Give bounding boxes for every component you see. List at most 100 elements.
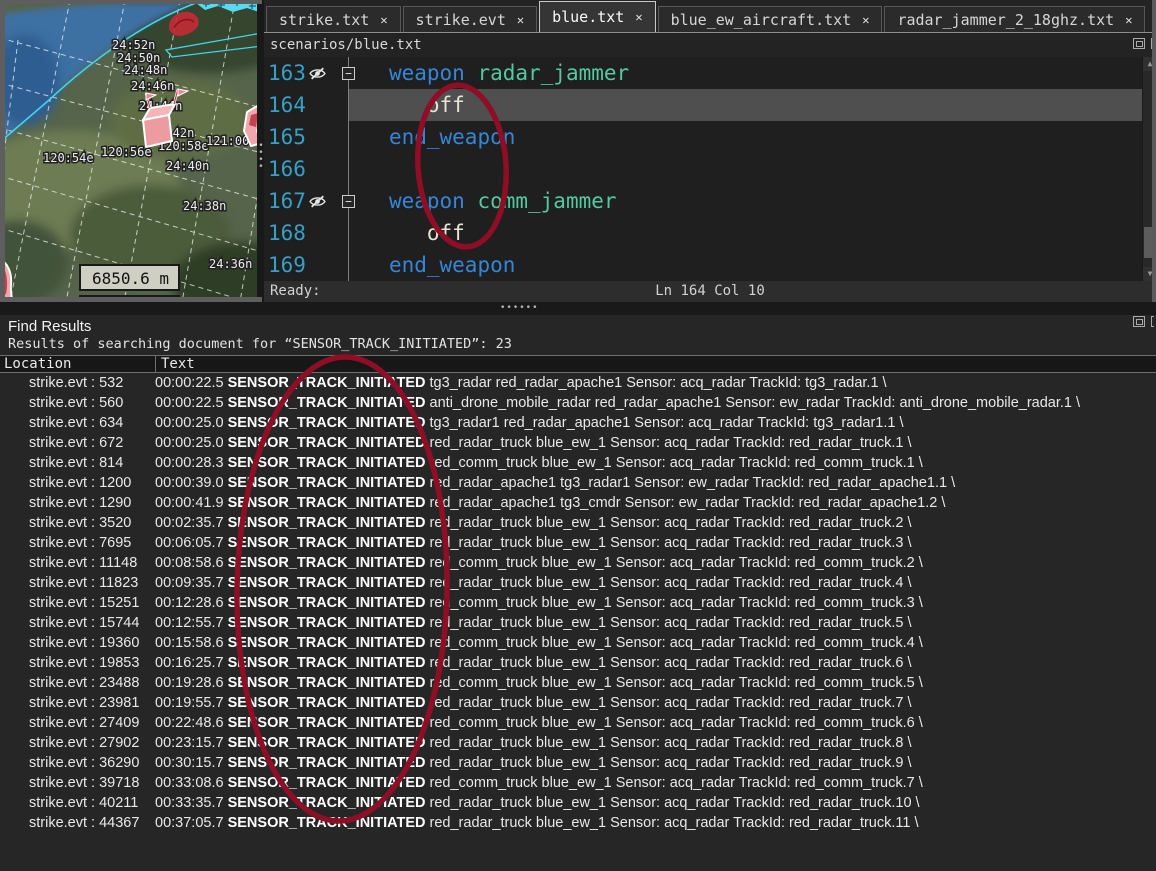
- float-window-icon[interactable]: [1133, 38, 1145, 49]
- result-row[interactable]: strike.evt : 2348800:19:28.6 SENSOR_TRAC…: [0, 673, 1156, 693]
- code-line-168[interactable]: 168 off: [264, 217, 1142, 249]
- code-line-163[interactable]: 163− weapon radar_jammer: [264, 57, 1142, 89]
- result-row[interactable]: strike.evt : 1574400:12:55.7 SENSOR_TRAC…: [0, 613, 1156, 633]
- tab-radar_jammer_2_18ghz.txt[interactable]: radar_jammer_2_18ghz.txt ✕: [884, 6, 1145, 32]
- line-number: 164: [268, 89, 306, 121]
- result-text: 00:12:55.7 SENSOR_TRACK_INITIATED red_ra…: [155, 613, 1156, 633]
- eye-off-icon[interactable]: [309, 195, 326, 208]
- result-text: 00:02:35.7 SENSOR_TRACK_INITIATED red_ra…: [155, 513, 1156, 533]
- tab-strike.txt[interactable]: strike.txt ✕: [266, 6, 401, 32]
- result-text: 00:30:15.7 SENSOR_TRACK_INITIATED red_ra…: [155, 753, 1156, 773]
- result-text: 00:23:15.7 SENSOR_TRACK_INITIATED red_ra…: [155, 733, 1156, 753]
- result-row[interactable]: strike.evt : 4436700:37:05.7 SENSOR_TRAC…: [0, 813, 1156, 833]
- result-location: strike.evt : 23488: [0, 673, 155, 693]
- fold-collapse-icon[interactable]: −: [342, 195, 355, 208]
- tab-label: strike.txt: [279, 11, 369, 29]
- gutter: 164: [264, 89, 349, 121]
- result-location: strike.evt : 39718: [0, 773, 155, 793]
- tab-close-icon[interactable]: ✕: [517, 13, 524, 27]
- horizontal-splitter[interactable]: ••••••: [0, 302, 1156, 315]
- code-line-165[interactable]: 165 end_weapon: [264, 121, 1142, 153]
- result-location: strike.evt : 3520: [0, 513, 155, 533]
- float-window-icon[interactable]: [1133, 316, 1145, 327]
- tab-close-icon[interactable]: ✕: [380, 13, 387, 27]
- result-row[interactable]: strike.evt : 4021100:33:35.7 SENSOR_TRAC…: [0, 793, 1156, 813]
- gutter: 163−: [264, 57, 349, 89]
- result-row[interactable]: strike.evt : 67200:00:25.0 SENSOR_TRACK_…: [0, 433, 1156, 453]
- code-line-169[interactable]: 169 end_weapon: [264, 249, 1142, 281]
- tab-close-icon[interactable]: ✕: [635, 10, 642, 24]
- result-row[interactable]: strike.evt : 63400:00:25.0 SENSOR_TRACK_…: [0, 413, 1156, 433]
- map-viewport[interactable]: 24:52n24:50n24:48n24:46n24:44n24:42n24:4…: [0, 0, 262, 302]
- result-row[interactable]: strike.evt : 1114800:08:58.6 SENSOR_TRAC…: [0, 553, 1156, 573]
- code-text: end_weapon: [349, 249, 1142, 281]
- results-header: Location Text: [0, 355, 1156, 373]
- tab-blue_ew_aircraft.txt[interactable]: blue_ew_aircraft.txt ✕: [658, 6, 883, 32]
- result-row[interactable]: strike.evt : 3971800:33:08.6 SENSOR_TRAC…: [0, 773, 1156, 793]
- result-location: strike.evt : 1200: [0, 473, 155, 493]
- result-row[interactable]: strike.evt : 2740900:22:48.6 SENSOR_TRAC…: [0, 713, 1156, 733]
- tab-strike.evt[interactable]: strike.evt✕: [403, 6, 538, 32]
- result-location: strike.evt : 44367: [0, 813, 155, 833]
- result-row[interactable]: strike.evt : 1182300:09:35.7 SENSOR_TRAC…: [0, 573, 1156, 593]
- line-number: 167: [268, 185, 306, 217]
- svg-text:24:38n: 24:38n: [183, 199, 226, 213]
- result-location: strike.evt : 36290: [0, 753, 155, 773]
- result-row[interactable]: strike.evt : 769500:06:05.7 SENSOR_TRACK…: [0, 533, 1156, 553]
- result-row[interactable]: strike.evt : 2398100:19:55.7 SENSOR_TRAC…: [0, 693, 1156, 713]
- result-row[interactable]: strike.evt : 1936000:15:58.6 SENSOR_TRAC…: [0, 633, 1156, 653]
- code-line-166[interactable]: 166: [264, 153, 1142, 185]
- result-location: strike.evt : 19360: [0, 633, 155, 653]
- search-summary: Results of searching document for “SENSO…: [8, 336, 512, 352]
- map-frame: [0, 0, 262, 4]
- code-editor[interactable]: 163− weapon radar_jammer164 off165 end_w…: [264, 57, 1142, 281]
- svg-text:121:00: 121:00: [206, 134, 249, 148]
- result-row[interactable]: strike.evt : 129000:00:41.9 SENSOR_TRACK…: [0, 493, 1156, 513]
- tab-label: blue_ew_aircraft.txt: [671, 11, 852, 29]
- tab-blue.txt[interactable]: blue.txt✕: [539, 1, 655, 33]
- close-panel-icon[interactable]: [1151, 316, 1154, 327]
- map-3d-view[interactable]: 24:52n24:50n24:48n24:46n24:44n24:42n24:4…: [0, 0, 262, 302]
- result-row[interactable]: strike.evt : 53200:00:22.5 SENSOR_TRACK_…: [0, 373, 1156, 393]
- eye-off-icon[interactable]: [309, 67, 326, 80]
- result-location: strike.evt : 11148: [0, 553, 155, 573]
- line-number: 163: [268, 57, 306, 89]
- result-row[interactable]: strike.evt : 1525100:12:28.6 SENSOR_TRAC…: [0, 593, 1156, 613]
- result-row[interactable]: strike.evt : 352000:02:35.7 SENSOR_TRACK…: [0, 513, 1156, 533]
- result-location: strike.evt : 532: [0, 373, 155, 393]
- column-header-text[interactable]: Text: [155, 356, 1156, 372]
- line-number: 168: [268, 217, 306, 249]
- result-location: strike.evt : 27902: [0, 733, 155, 753]
- vertical-splitter[interactable]: ••••: [257, 0, 264, 302]
- result-row[interactable]: strike.evt : 120000:00:39.0 SENSOR_TRACK…: [0, 473, 1156, 493]
- result-text: 00:00:39.0 SENSOR_TRACK_INITIATED red_ra…: [155, 473, 1156, 493]
- tab-label: radar_jammer_2_18ghz.txt: [897, 11, 1114, 29]
- tab-close-icon[interactable]: ✕: [1125, 13, 1132, 27]
- result-text: 00:19:55.7 SENSOR_TRACK_INITIATED red_ra…: [155, 693, 1156, 713]
- column-header-location[interactable]: Location: [0, 356, 155, 372]
- editor-corner-icons: [1133, 38, 1154, 49]
- result-row[interactable]: strike.evt : 81400:00:28.3 SENSOR_TRACK_…: [0, 453, 1156, 473]
- result-location: strike.evt : 19853: [0, 653, 155, 673]
- gutter: 167−: [264, 185, 349, 217]
- fold-collapse-icon[interactable]: −: [342, 67, 355, 80]
- text-editor-panel: strike.txt✕strike.evt✕blue.txt✕blue_ew_a…: [264, 0, 1156, 302]
- splitter-grip-icon: ••••: [258, 143, 264, 171]
- tab-close-icon[interactable]: ✕: [862, 13, 869, 27]
- result-row[interactable]: strike.evt : 56000:00:22.5 SENSOR_TRACK_…: [0, 393, 1156, 413]
- result-location: strike.evt : 23981: [0, 693, 155, 713]
- code-line-164[interactable]: 164 off: [264, 89, 1142, 121]
- splitter-grip-icon: ••••••: [500, 303, 539, 313]
- find-corner-icons: [1133, 316, 1154, 327]
- code-text: [349, 153, 1142, 185]
- result-location: strike.evt : 814: [0, 453, 155, 473]
- result-row[interactable]: strike.evt : 3629000:30:15.7 SENSOR_TRAC…: [0, 753, 1156, 773]
- result-row[interactable]: strike.evt : 1985300:16:25.7 SENSOR_TRAC…: [0, 653, 1156, 673]
- result-location: strike.evt : 672: [0, 433, 155, 453]
- result-location: strike.evt : 11823: [0, 573, 155, 593]
- application-window: 24:52n24:50n24:48n24:46n24:44n24:42n24:4…: [0, 0, 1156, 871]
- svg-text:24:40n: 24:40n: [166, 159, 209, 173]
- result-row[interactable]: strike.evt : 2790200:23:15.7 SENSOR_TRAC…: [0, 733, 1156, 753]
- code-line-167[interactable]: 167− weapon comm_jammer: [264, 185, 1142, 217]
- svg-text:24:52n: 24:52n: [112, 38, 155, 52]
